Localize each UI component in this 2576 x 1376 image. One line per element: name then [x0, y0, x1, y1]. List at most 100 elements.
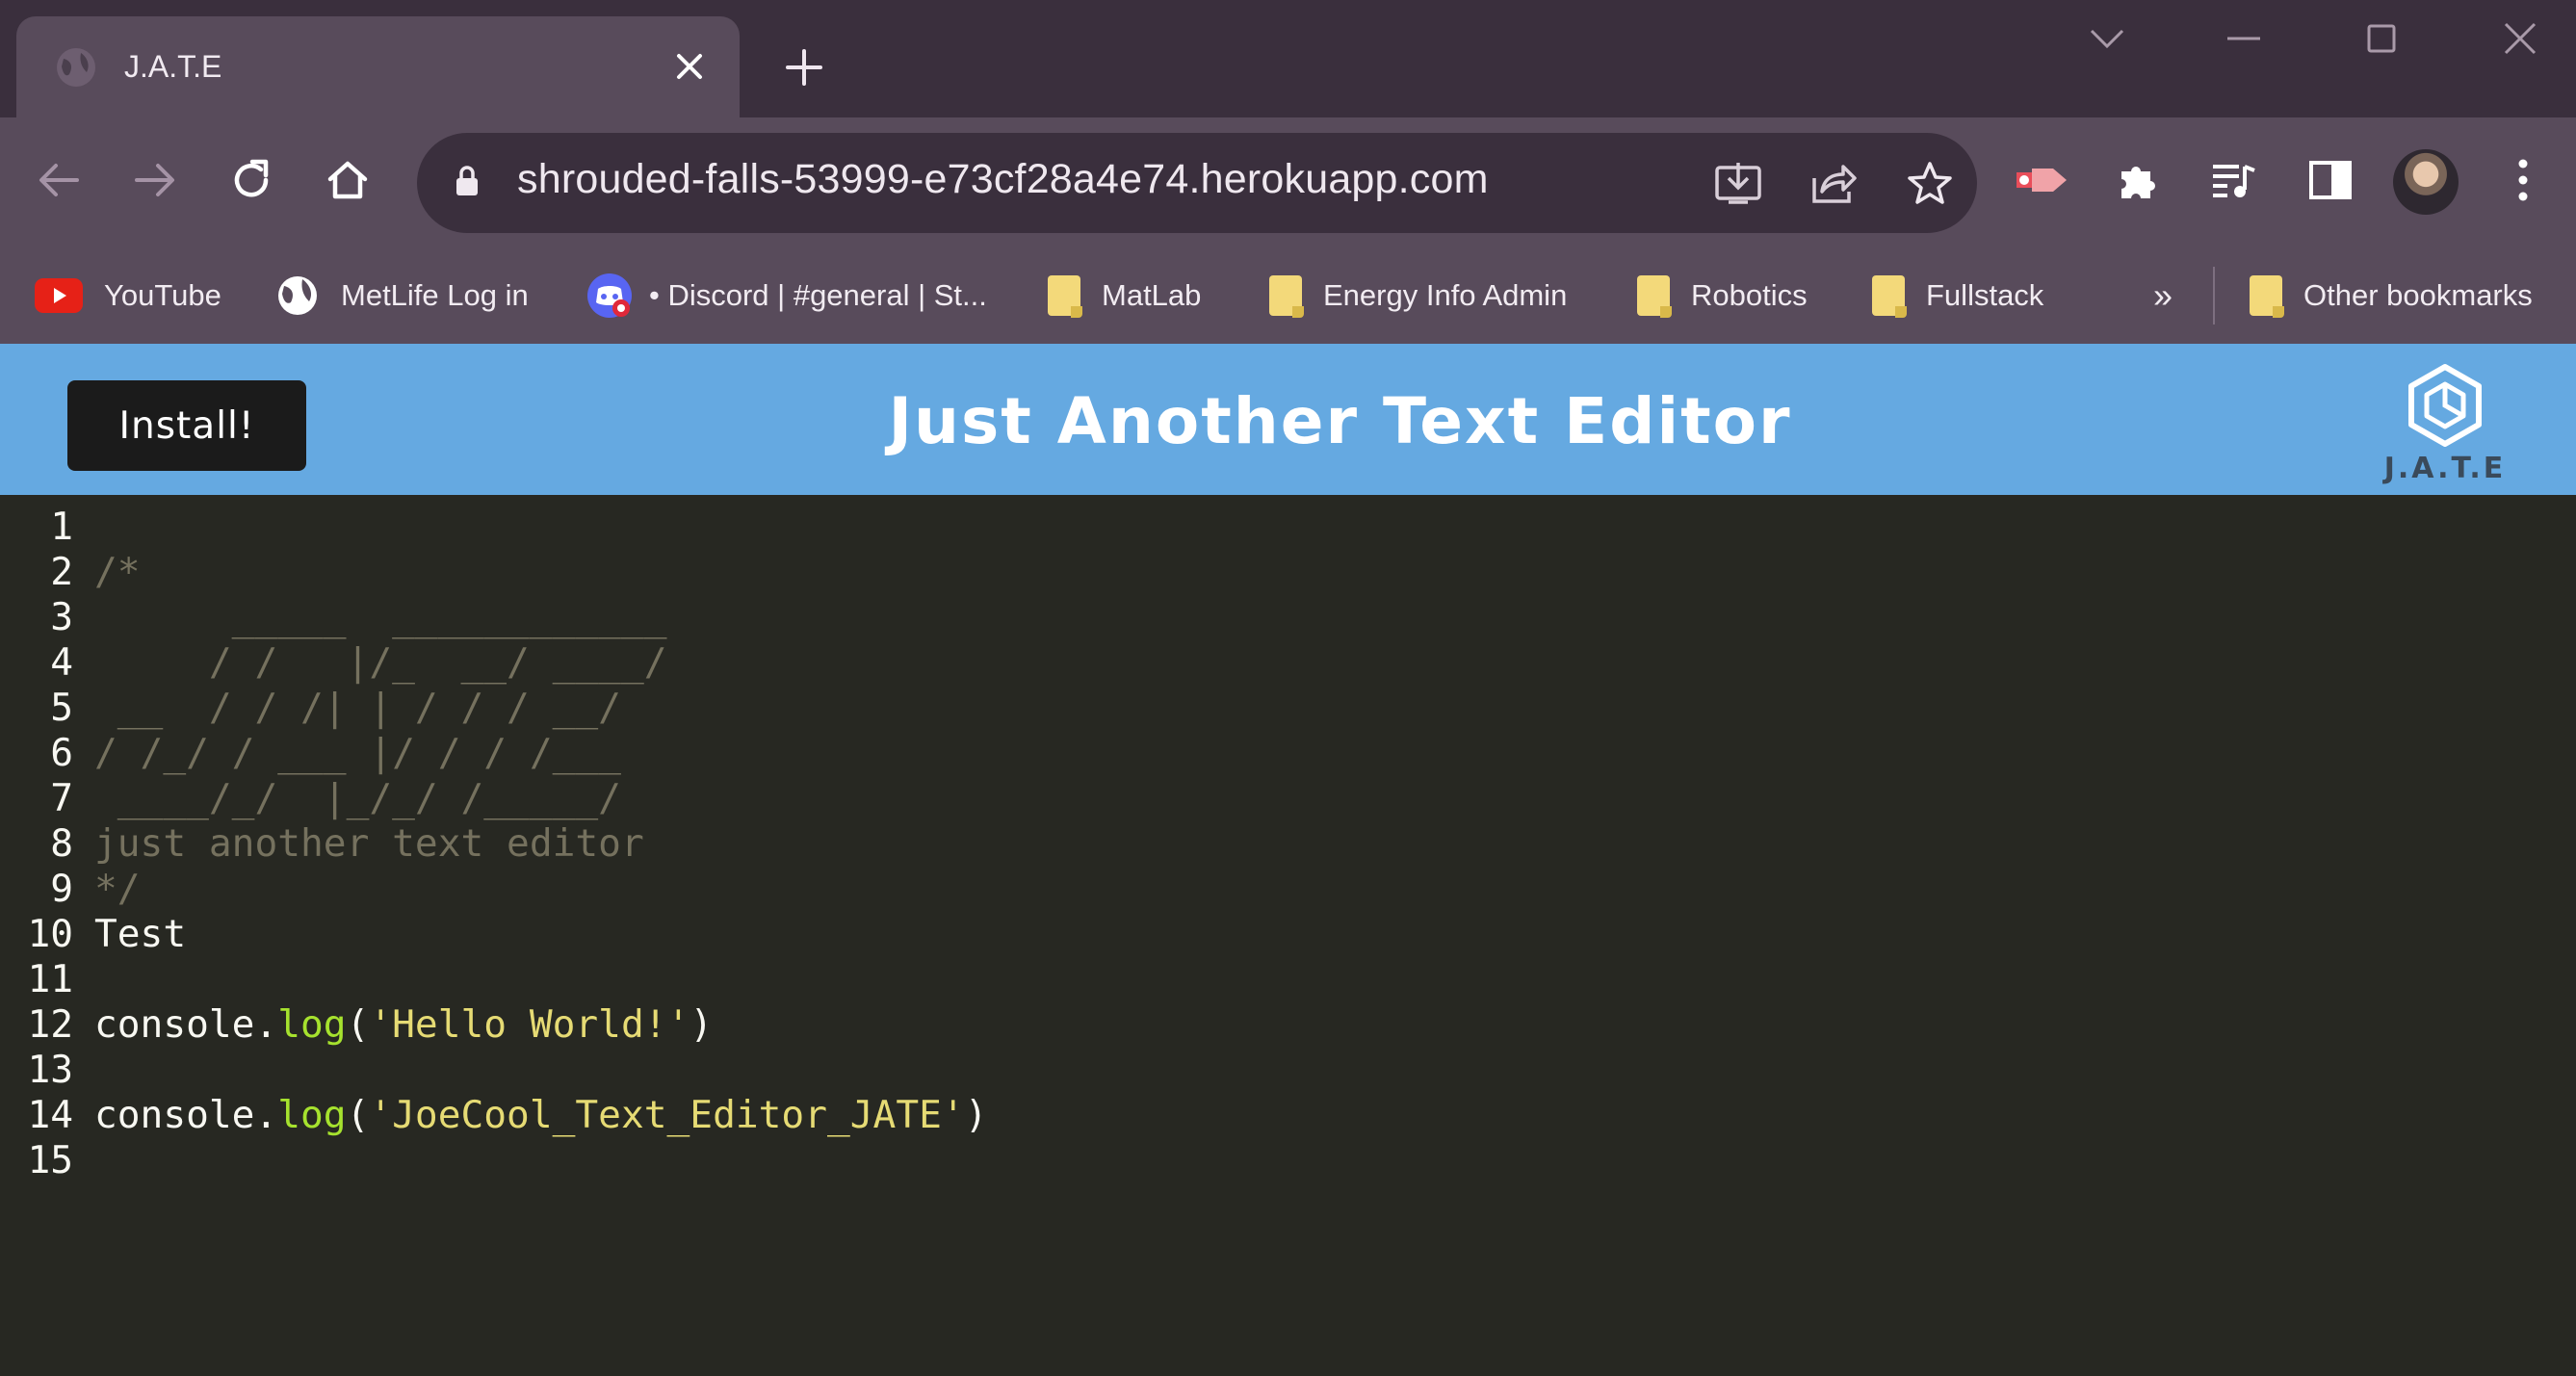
line-number: 9 [50, 867, 73, 911]
chevron-down-icon [2090, 29, 2124, 49]
bookmark-youtube[interactable]: YouTube [35, 269, 221, 323]
bookmark-label: Energy Info Admin [1323, 278, 1568, 312]
code-token: log [277, 1002, 347, 1047]
close-tab-button[interactable] [661, 38, 718, 95]
address-bar[interactable]: shrouded-falls-53999-e73cf28a4e74.heroku… [417, 133, 1977, 233]
editor-line[interactable]: 14 console.log('JoeCool_Text_Editor_JATE'… [0, 1093, 987, 1138]
install-app-button[interactable] [1709, 154, 1767, 212]
logo-icon [2408, 364, 2482, 447]
line-number: 3 [50, 595, 73, 639]
extensions-menu-button[interactable] [2104, 146, 2172, 214]
code-token: __ / / /| | / / / __/ [94, 686, 621, 730]
editor-line[interactable]: 9 */ [0, 867, 141, 912]
side-panel-button[interactable] [2297, 146, 2364, 214]
editor-line[interactable]: 8 just another text editor [0, 821, 644, 867]
minimize-icon [2227, 37, 2260, 40]
bookmark-metlife[interactable]: MetLife Log in [275, 269, 529, 323]
record-extension-icon [2017, 169, 2067, 192]
bookmark-label: • Discord | #general | St... [649, 278, 987, 312]
line-number: 7 [50, 776, 73, 820]
bookmark-label: MetLife Log in [341, 278, 529, 312]
code-token: ____/_/ |_/_/ /_____/ [94, 776, 621, 820]
code-token: console. [94, 1002, 278, 1047]
bookmarks-bar: YouTube MetLife Log in • Discord | #gene… [0, 247, 2576, 346]
bookmark-folder-matlab[interactable]: MatLab [1048, 269, 1201, 323]
side-panel-icon [2309, 161, 2352, 199]
editor-line[interactable]: 12 console.log('Hello World!') [0, 1002, 713, 1048]
discord-icon [587, 273, 632, 318]
bookmark-folder-robotics[interactable]: Robotics [1637, 269, 1808, 323]
install-icon [1715, 163, 1761, 204]
line-number: 8 [50, 821, 73, 866]
bookmark-star-button[interactable] [1901, 154, 1959, 212]
globe-icon [278, 276, 317, 315]
editor-line[interactable]: 15 [0, 1138, 94, 1183]
bookmark-folder-energy[interactable]: Energy Info Admin [1269, 269, 1567, 323]
code-token: Test [94, 912, 187, 956]
minimize-button[interactable] [2200, 10, 2287, 67]
code-token: console. [94, 1093, 278, 1137]
line-number: 4 [50, 640, 73, 685]
bookmark-folder-fullstack[interactable]: Fullstack [1872, 269, 2043, 323]
editor-line[interactable]: 13 [0, 1048, 94, 1093]
maximize-icon [2367, 24, 2396, 53]
close-icon [2504, 22, 2537, 55]
forward-button[interactable] [121, 146, 189, 214]
editor-line[interactable]: 10 Test [0, 912, 186, 957]
bookmark-label: MatLab [1102, 278, 1202, 312]
editor-line[interactable]: 5 __ / / /| | / / / __/ [0, 686, 621, 731]
tab-search-button[interactable] [2064, 10, 2150, 67]
editor-line[interactable]: 4 / / |/_ __/ ____/ [0, 640, 667, 686]
tab-strip: J.A.T.E [0, 0, 2576, 117]
arrow-right-icon [135, 164, 174, 196]
line-number: 12 [27, 1002, 73, 1047]
extension-button[interactable] [2008, 146, 2075, 214]
code-editor[interactable]: 1 2/* 3 _____ ____________ 4 / / |/_ __/ __… [0, 495, 2576, 1376]
more-bookmarks-button[interactable]: » [2153, 269, 2173, 323]
youtube-icon [35, 278, 83, 313]
bookmark-label: Robotics [1691, 278, 1808, 312]
editor-line[interactable]: 1 [0, 505, 94, 550]
maximize-button[interactable] [2338, 10, 2425, 67]
editor-line[interactable]: 7 ____/_/ |_/_/ /_____/ [0, 776, 621, 821]
tab-active[interactable]: J.A.T.E [16, 16, 740, 117]
share-button[interactable] [1806, 154, 1863, 212]
browser-window: J.A.T.E shrouded-falls-53999-e73cf28a4e7… [0, 0, 2576, 1376]
editor-line[interactable]: 6 / /_/ / ___ |/ / / /___ [0, 731, 621, 776]
editor-line[interactable]: 3 _____ ____________ [0, 595, 666, 640]
line-number: 2 [50, 550, 73, 594]
bookmark-folder-other[interactable]: Other bookmarks [2250, 269, 2533, 323]
code-token: */ [94, 867, 141, 911]
code-token: / / |/_ __/ ____/ [94, 640, 667, 685]
puzzle-icon [2121, 167, 2155, 198]
page-title: Just Another Text Editor [888, 384, 1792, 458]
code-token: just another text editor [94, 821, 644, 866]
line-number: 5 [50, 686, 73, 730]
code-token: log [277, 1093, 347, 1137]
back-button[interactable] [25, 146, 92, 214]
reload-button[interactable] [218, 146, 285, 214]
line-number: 15 [27, 1138, 73, 1182]
code-token: 'JoeCool_Text_Editor_JATE' [369, 1093, 965, 1137]
bookmark-discord[interactable]: • Discord | #general | St... [585, 269, 987, 323]
code-token: ( [346, 1093, 370, 1137]
close-window-button[interactable] [2477, 10, 2563, 67]
browser-menu-button[interactable] [2489, 146, 2557, 214]
editor-line[interactable]: 2 /* [0, 550, 140, 595]
line-number: 11 [27, 957, 73, 1001]
home-button[interactable] [314, 146, 381, 214]
profile-avatar[interactable] [2393, 149, 2459, 215]
bookmark-label: Other bookmarks [2303, 278, 2533, 312]
line-number: 14 [27, 1093, 73, 1137]
bookmark-label: Fullstack [1926, 278, 2044, 312]
lock-icon [456, 166, 478, 195]
logo-text: J.A.T.E [2383, 452, 2507, 485]
code-token: ) [690, 1002, 714, 1047]
new-tab-button[interactable] [770, 39, 838, 96]
editor-line[interactable]: 11 [0, 957, 94, 1002]
code-token: ) [964, 1093, 988, 1137]
url-text[interactable]: shrouded-falls-53999-e73cf28a4e74.heroku… [517, 156, 1489, 203]
globe-icon [57, 48, 95, 87]
media-control-button[interactable] [2200, 146, 2268, 214]
line-number: 10 [27, 912, 73, 956]
